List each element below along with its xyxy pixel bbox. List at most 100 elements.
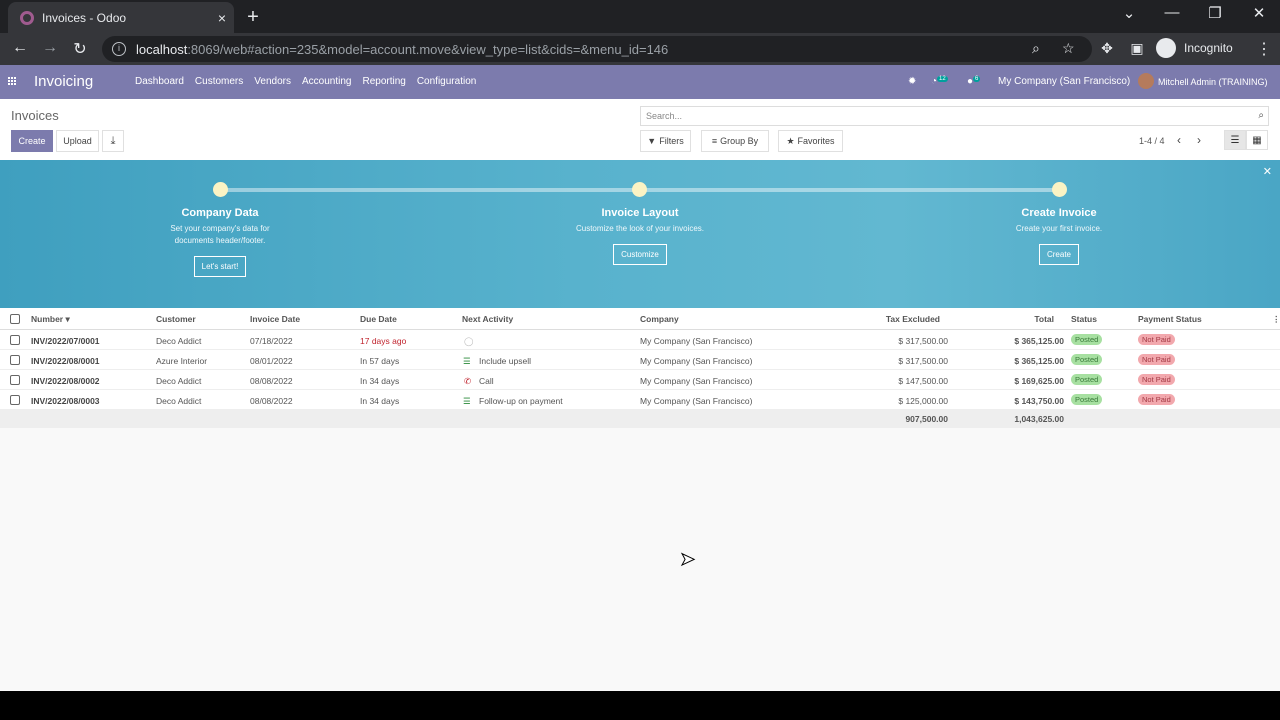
column-header-invoice-date[interactable]: Invoice Date xyxy=(250,314,300,324)
messages-icon[interactable]: ● 6 xyxy=(967,76,981,87)
company-name: My Company (San Francisco) xyxy=(640,336,753,346)
customize-button[interactable]: Customize xyxy=(613,244,667,265)
search-input[interactable]: Search... ⌕ xyxy=(640,106,1269,126)
kanban-view-icon[interactable]: ▦ xyxy=(1246,130,1268,150)
pager-next-icon[interactable]: › xyxy=(1197,133,1201,147)
pager-value[interactable]: 1-4 / 4 xyxy=(1139,136,1165,146)
apps-menu-icon[interactable] xyxy=(8,77,17,86)
incognito-indicator[interactable]: Incognito xyxy=(1156,38,1233,58)
payment-status-badge: Not Paid xyxy=(1138,374,1175,385)
row-checkbox[interactable] xyxy=(10,395,20,405)
column-header-due-date[interactable]: Due Date xyxy=(360,314,397,324)
select-all-checkbox[interactable] xyxy=(10,314,20,324)
column-header-number[interactable]: Number ▾ xyxy=(31,314,70,325)
star-icon: ★ xyxy=(786,135,795,146)
main-menu: Dashboard Customers Vendors Accounting R… xyxy=(135,76,476,87)
tab-search-chevron-icon[interactable]: ⌄ xyxy=(1117,4,1141,22)
column-header-next-activity[interactable]: Next Activity xyxy=(462,314,513,324)
menu-dashboard[interactable]: Dashboard xyxy=(135,76,184,87)
address-bar[interactable]: i localhost:8069/web#action=235&model=ac… xyxy=(102,36,1092,62)
extensions-puzzle-icon[interactable]: ✥ xyxy=(1097,40,1117,57)
company-name: My Company (San Francisco) xyxy=(640,376,753,386)
back-arrow-icon[interactable]: ← xyxy=(9,39,31,57)
menu-configuration[interactable]: Configuration xyxy=(417,76,476,87)
row-checkbox[interactable] xyxy=(10,335,20,345)
incognito-icon xyxy=(1156,38,1176,58)
activity-count-badge: 12 xyxy=(937,76,948,82)
email-activity-icon[interactable]: ☰ xyxy=(463,356,471,367)
table-row[interactable]: INV/2022/08/0003 Deco Addict 08/08/2022 … xyxy=(0,390,1280,410)
menu-reporting[interactable]: Reporting xyxy=(362,76,405,87)
side-panel-icon[interactable]: ▣ xyxy=(1127,40,1147,57)
company-switcher[interactable]: My Company (San Francisco) xyxy=(998,76,1130,87)
column-header-company[interactable]: Company xyxy=(640,314,679,324)
step-dot-company-data xyxy=(213,182,228,197)
site-info-icon[interactable]: i xyxy=(112,42,126,56)
activity-placeholder-icon[interactable]: ◯ xyxy=(464,336,474,347)
message-count-badge: 6 xyxy=(973,76,981,82)
tax-excluded-total: 907,500.00 xyxy=(905,414,948,424)
main-content: Invoices Create Upload ⤓ Search... ⌕ ▼ Fi… xyxy=(0,99,1280,691)
menu-customers[interactable]: Customers xyxy=(195,76,243,87)
app-name[interactable]: Invoicing xyxy=(34,73,93,90)
url-path: :8069/web#action=235&model=account.move&… xyxy=(187,41,669,57)
activity-summary: Follow-up on payment xyxy=(479,396,563,406)
forward-arrow-icon[interactable]: → xyxy=(39,39,61,57)
favorites-label: Favorites xyxy=(797,136,835,146)
row-checkbox[interactable] xyxy=(10,375,20,385)
email-activity-icon[interactable]: ☰ xyxy=(463,396,471,407)
table-row[interactable]: INV/2022/08/0001 Azure Interior 08/01/20… xyxy=(0,350,1280,370)
total: $ 365,125.00 xyxy=(1014,336,1064,346)
company-name: My Company (San Francisco) xyxy=(640,356,753,366)
filters-button[interactable]: ▼ Filters xyxy=(640,130,691,152)
close-tab-icon[interactable]: × xyxy=(210,10,234,26)
column-header-status[interactable]: Status xyxy=(1071,314,1097,324)
restore-icon[interactable]: ❐ xyxy=(1203,4,1227,22)
pager-previous-icon[interactable]: ‹ xyxy=(1177,133,1181,147)
group-by-button[interactable]: ≡ Group By xyxy=(701,130,769,152)
browser-tab[interactable]: Invoices - Odoo × xyxy=(8,2,234,33)
step-create-invoice: Create Invoice Create your first invoice… xyxy=(939,207,1179,265)
step-description: Create your first invoice. xyxy=(1015,224,1103,233)
close-banner-icon[interactable]: ✕ xyxy=(1263,165,1272,178)
reload-icon[interactable]: ↻ xyxy=(69,39,91,59)
bug-icon[interactable]: ✹ xyxy=(908,76,916,87)
column-header-total[interactable]: Total xyxy=(974,314,1054,324)
filter-icon: ▼ xyxy=(647,136,657,146)
total: $ 365,125.00 xyxy=(1014,356,1064,366)
create-button[interactable]: Create xyxy=(11,130,53,152)
create-invoice-button[interactable]: Create xyxy=(1038,244,1079,265)
mouse-cursor-icon: ➤ xyxy=(679,549,696,570)
browser-menu-icon[interactable]: ⋮ xyxy=(1256,39,1272,59)
activity-clock-icon[interactable]: ◔ 12 xyxy=(931,76,948,87)
due-date: In 57 days xyxy=(360,356,400,366)
column-header-customer[interactable]: Customer xyxy=(156,314,196,324)
column-header-payment-status[interactable]: Payment Status xyxy=(1138,314,1202,324)
menu-vendors[interactable]: Vendors xyxy=(254,76,291,87)
customer-name: Deco Addict xyxy=(156,336,202,346)
invoice-date: 08/08/2022 xyxy=(250,376,293,386)
table-row[interactable]: INV/2022/07/0001 Deco Addict 07/18/2022 … xyxy=(0,330,1280,350)
favorites-button[interactable]: ★ Favorites xyxy=(778,130,843,152)
list-view-icon[interactable]: ☰ xyxy=(1224,130,1246,150)
upload-button[interactable]: Upload xyxy=(56,130,99,152)
user-menu[interactable]: Mitchell Admin (TRAINING) xyxy=(1158,77,1268,87)
step-dot-create-invoice xyxy=(1052,182,1067,197)
optional-columns-icon[interactable]: ⋮ xyxy=(1272,314,1280,325)
zoom-search-icon[interactable]: ⌕ xyxy=(1032,40,1040,57)
new-tab-icon[interactable]: + xyxy=(244,6,262,29)
table-row[interactable]: INV/2022/08/0002 Deco Addict 08/08/2022 … xyxy=(0,370,1280,390)
window-close-icon[interactable]: ✕ xyxy=(1247,4,1271,22)
menu-accounting[interactable]: Accounting xyxy=(302,76,351,87)
bookmark-star-icon[interactable]: ☆ xyxy=(1062,40,1075,57)
search-icon[interactable]: ⌕ xyxy=(1258,110,1264,121)
minimize-icon[interactable]: — xyxy=(1160,4,1184,21)
row-checkbox[interactable] xyxy=(10,355,20,365)
lets-start-button[interactable]: Let's start! xyxy=(193,256,247,277)
phone-call-icon[interactable]: ✆ xyxy=(464,376,471,387)
letterbox-bar xyxy=(0,691,1280,720)
customer-name: Deco Addict xyxy=(156,396,202,406)
download-icon[interactable]: ⤓ xyxy=(102,130,124,152)
column-header-tax-excluded[interactable]: Tax Excluded xyxy=(850,314,940,324)
user-avatar[interactable] xyxy=(1138,73,1154,89)
